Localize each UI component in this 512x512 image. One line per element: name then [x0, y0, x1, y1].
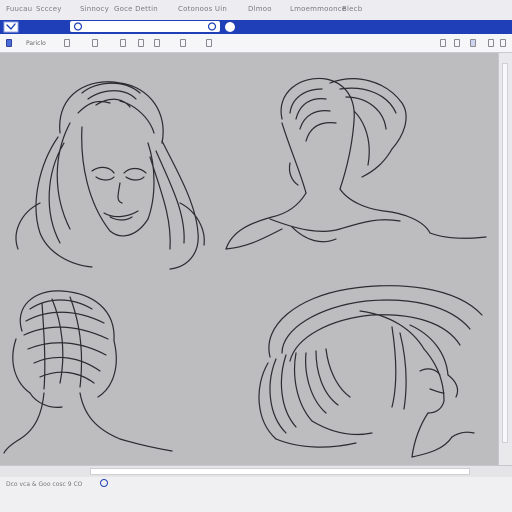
pencil-tool-icon[interactable]	[64, 39, 70, 47]
settings-icon[interactable]	[488, 39, 494, 47]
menu-item-image[interactable]: Goce Dettin	[114, 5, 158, 13]
woman-face-long-hair-sketch	[15, 81, 205, 270]
pointer-tool-icon[interactable]	[6, 39, 12, 47]
window-icon[interactable]	[470, 39, 476, 47]
grid-icon[interactable]	[454, 39, 460, 47]
lasso-tool-icon[interactable]	[154, 39, 160, 47]
fill-tool-icon[interactable]	[120, 39, 126, 47]
status-indicator-icon[interactable]	[100, 479, 108, 487]
menu-bar: Fuucau Scccey Sinnocy Goce Dettin Cotono…	[0, 0, 512, 21]
select-tool-icon[interactable]	[138, 39, 144, 47]
ribbon-tab-area[interactable]	[70, 21, 220, 32]
text-tool-icon[interactable]	[180, 39, 186, 47]
layers-icon[interactable]	[440, 39, 446, 47]
menu-item-help[interactable]: Dlmoo	[248, 5, 272, 13]
close-icon[interactable]	[500, 39, 506, 47]
toolbar: Pariclo	[0, 34, 512, 53]
app-logo-icon	[3, 21, 19, 33]
horizontal-scrollbar[interactable]	[0, 465, 512, 477]
menu-item-edit[interactable]: Scccey	[36, 5, 62, 13]
short-braided-hair-back-view-sketch	[3, 290, 173, 454]
menu-item-file[interactable]: Fuucau	[6, 5, 32, 13]
menu-item-view[interactable]: Sinnocy	[80, 5, 109, 13]
eraser-tool-icon[interactable]	[92, 39, 98, 47]
menu-item-layers[interactable]: Lmoemmoonce	[290, 5, 346, 13]
record-icon[interactable]	[225, 22, 235, 32]
drawing-canvas[interactable]	[0, 53, 498, 465]
color-picker-icon[interactable]	[206, 39, 212, 47]
ponytail-back-view-sketch	[225, 77, 487, 250]
sketch-layer	[3, 77, 487, 458]
brush-icon	[73, 22, 83, 31]
status-bar: Dco vca & Goo cosc 9 CO	[0, 477, 512, 512]
vertical-scrollbar[interactable]	[498, 53, 512, 465]
toolbar-label: Pariclo	[26, 40, 46, 47]
long-flowing-hair-side-profile-sketch	[258, 285, 483, 458]
vertical-scrollbar-thumb[interactable]	[502, 63, 508, 443]
menu-item-colors[interactable]: Cotonoos Uin	[178, 5, 227, 13]
status-text: Dco vca & Goo cosc 9 CO	[6, 481, 83, 488]
menu-item-brush[interactable]: Blecb	[342, 5, 362, 13]
zoom-icon	[207, 22, 217, 31]
horizontal-scrollbar-thumb[interactable]	[90, 468, 470, 475]
